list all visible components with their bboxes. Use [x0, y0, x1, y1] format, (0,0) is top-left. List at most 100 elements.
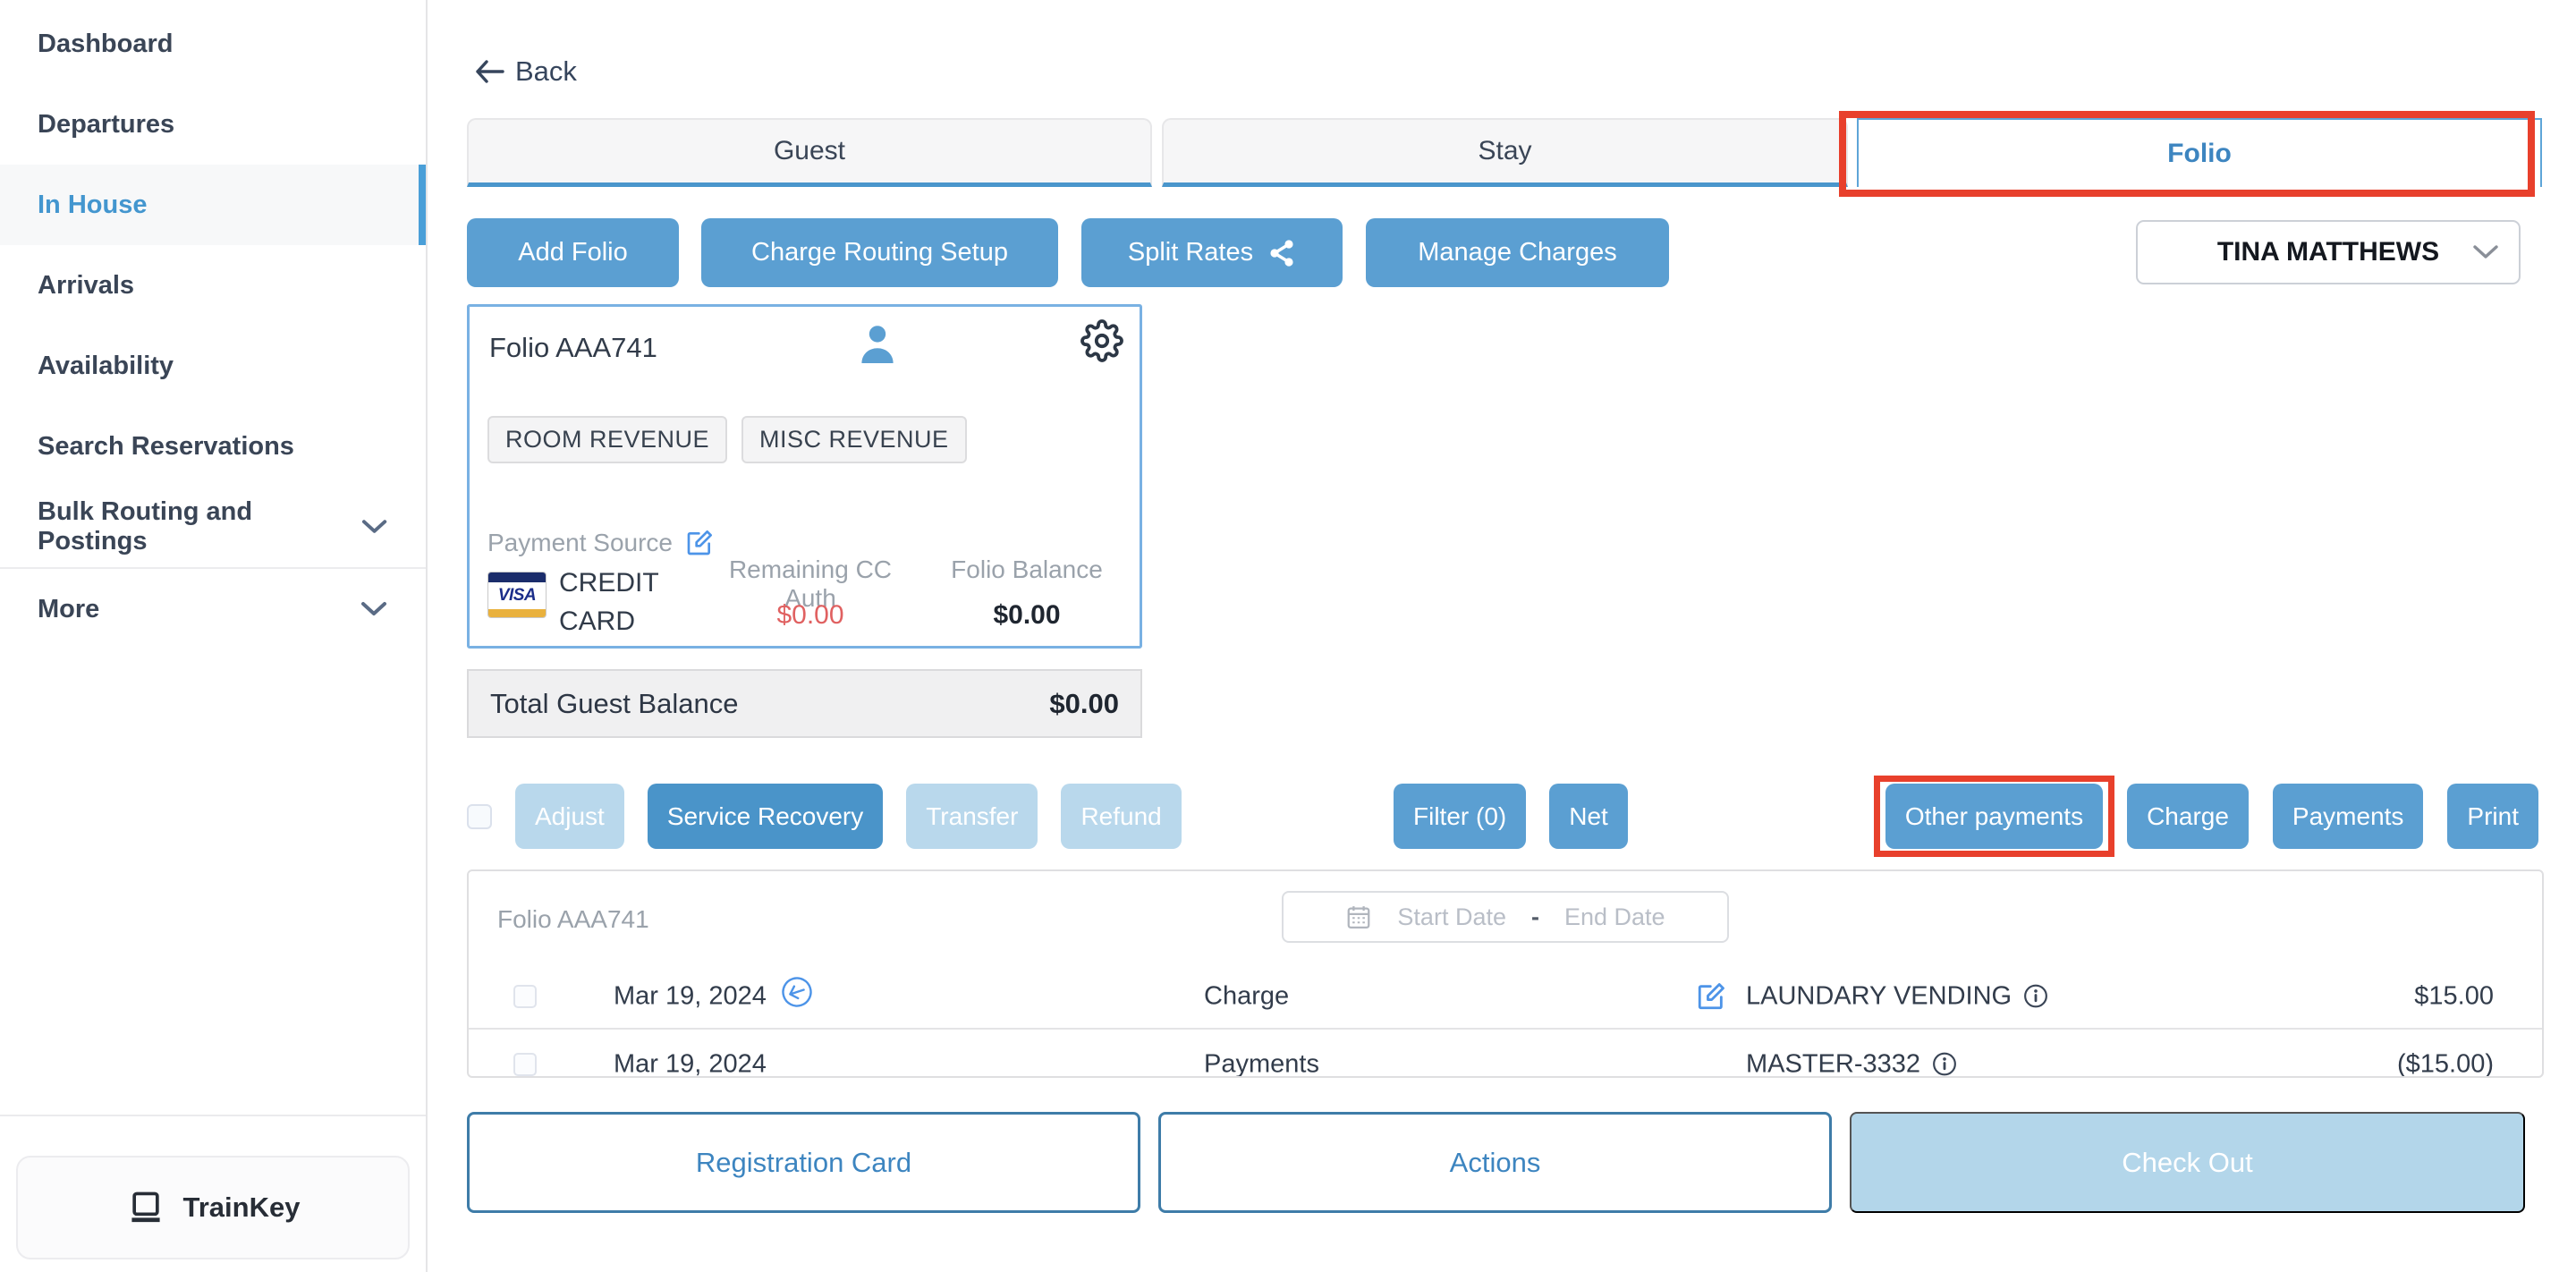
- row-date: Mar 19, 2024: [614, 981, 767, 1011]
- sidebar-item-label: Departures: [38, 110, 174, 140]
- payments-button[interactable]: Payments: [2273, 784, 2424, 849]
- sidebar-item-bulk-routing-and-postings[interactable]: Bulk Routing and Postings: [0, 487, 426, 567]
- other-payments-button[interactable]: Other payments: [1885, 784, 2103, 849]
- ledger-table: Folio AAA741 Start Date - End Date Mar 1…: [467, 869, 2544, 1078]
- annotation-box-other-payments: Other payments: [1885, 784, 2103, 849]
- check-out-button[interactable]: Check Out: [1850, 1112, 2525, 1213]
- tab-stay-label: Stay: [1478, 136, 1531, 166]
- folio-balance-value: $0.00: [951, 600, 1103, 631]
- manage-charges-button[interactable]: Manage Charges: [1366, 218, 1669, 287]
- sidebar: Dashboard Departures In House Arrivals A…: [0, 0, 428, 1272]
- back-label: Back: [515, 55, 577, 88]
- refund-button[interactable]: Refund: [1061, 784, 1181, 849]
- charge-routing-setup-label: Charge Routing Setup: [751, 238, 1008, 267]
- registration-card-label: Registration Card: [696, 1147, 911, 1179]
- guest-person-icon[interactable]: [856, 321, 899, 368]
- sidebar-item-label: Arrivals: [38, 271, 134, 301]
- payment-source-label: Payment Source: [487, 529, 673, 557]
- sidebar-item-availability[interactable]: Availability: [0, 326, 426, 406]
- row-checkbox[interactable]: [513, 1053, 537, 1076]
- row-amount: ($15.00): [2397, 1049, 2494, 1078]
- add-folio-button[interactable]: Add Folio: [467, 218, 679, 287]
- sidebar-item-search-reservations[interactable]: Search Reservations: [0, 406, 426, 487]
- service-recovery-button[interactable]: Service Recovery: [648, 784, 883, 849]
- app-root: Dashboard Departures In House Arrivals A…: [0, 0, 2576, 1272]
- sidebar-item-arrivals[interactable]: Arrivals: [0, 245, 426, 326]
- refund-label: Refund: [1080, 802, 1161, 831]
- split-rates-label: Split Rates: [1128, 238, 1253, 267]
- edit-icon[interactable]: [1696, 981, 1726, 1012]
- adjust-button[interactable]: Adjust: [515, 784, 624, 849]
- add-folio-label: Add Folio: [518, 238, 628, 267]
- transfer-label: Transfer: [926, 802, 1018, 831]
- laptop-icon: [126, 1188, 165, 1227]
- sidebar-item-label: In House: [38, 191, 147, 220]
- sidebar-item-dashboard[interactable]: Dashboard: [0, 4, 426, 84]
- row-date: Mar 19, 2024: [614, 1049, 767, 1078]
- folio-tags: ROOM REVENUE MISC REVENUE: [487, 416, 967, 463]
- actions-button[interactable]: Actions: [1158, 1112, 1832, 1213]
- calendar-icon: [1345, 903, 1372, 930]
- sidebar-item-departures[interactable]: Departures: [0, 84, 426, 165]
- tab-folio-label: Folio: [2167, 139, 2232, 169]
- edit-icon[interactable]: [685, 529, 714, 557]
- check-out-label: Check Out: [2122, 1147, 2252, 1179]
- trainkey-button[interactable]: TrainKey: [16, 1156, 410, 1259]
- ledger-actions-middle: Filter (0) Net: [1394, 784, 1628, 849]
- folio-card-title: Folio AAA741: [489, 332, 657, 364]
- charge-routing-setup-button[interactable]: Charge Routing Setup: [701, 218, 1058, 287]
- date-range-picker[interactable]: Start Date - End Date: [1282, 891, 1729, 943]
- start-date-placeholder: Start Date: [1397, 903, 1506, 931]
- info-icon[interactable]: [2023, 984, 2048, 1009]
- filter-button[interactable]: Filter (0): [1394, 784, 1526, 849]
- print-button[interactable]: Print: [2447, 784, 2538, 849]
- tab-folio[interactable]: Folio: [1857, 118, 2542, 187]
- table-row: Mar 19, 2024 Charge LAUNDARY VENDING $15…: [469, 964, 2542, 1030]
- sidebar-footer: TrainKey: [0, 1115, 426, 1272]
- chevron-down-icon: [2472, 244, 2499, 260]
- select-all-checkbox[interactable]: [467, 804, 492, 829]
- split-rates-button[interactable]: Split Rates: [1081, 218, 1343, 287]
- adjust-label: Adjust: [535, 802, 605, 831]
- sidebar-item-in-house[interactable]: In House: [0, 165, 426, 245]
- transfer-button[interactable]: Transfer: [906, 784, 1038, 849]
- back-circle-icon[interactable]: [780, 975, 814, 1009]
- total-guest-balance-label: Total Guest Balance: [490, 688, 738, 720]
- payments-label: Payments: [2292, 802, 2404, 831]
- visa-label: VISA: [488, 582, 546, 609]
- sidebar-item-label: More: [38, 595, 99, 624]
- filter-label: Filter (0): [1413, 802, 1506, 831]
- tab-guest-label: Guest: [774, 136, 845, 166]
- info-icon[interactable]: [1932, 1052, 1957, 1077]
- guest-selector[interactable]: TINA MATTHEWS: [2136, 220, 2521, 284]
- row-checkbox[interactable]: [513, 985, 537, 1008]
- end-date-placeholder: End Date: [1564, 903, 1665, 931]
- registration-card-button[interactable]: Registration Card: [467, 1112, 1140, 1213]
- sidebar-item-label: Bulk Routing and Postings: [38, 497, 360, 556]
- chevron-down-icon: [360, 518, 388, 536]
- ledger-folio-label: Folio AAA741: [497, 905, 649, 934]
- back-link[interactable]: Back: [474, 55, 577, 88]
- tag-misc-revenue[interactable]: MISC REVENUE: [741, 416, 967, 463]
- tab-guest[interactable]: Guest: [467, 118, 1152, 187]
- tab-stay[interactable]: Stay: [1162, 118, 1848, 187]
- total-guest-balance-value: $0.00: [1049, 688, 1119, 720]
- gear-icon[interactable]: [1080, 319, 1123, 362]
- date-range-separator: -: [1531, 903, 1539, 931]
- charge-label: Charge: [2147, 802, 2229, 831]
- sidebar-item-label: Availability: [38, 352, 174, 381]
- net-button[interactable]: Net: [1549, 784, 1628, 849]
- charge-button[interactable]: Charge: [2127, 784, 2249, 849]
- ledger-actions-right: Other payments Charge Payments Print: [1885, 784, 2538, 849]
- sidebar-item-label: Dashboard: [38, 30, 173, 59]
- guest-selector-value: TINA MATTHEWS: [2217, 237, 2439, 267]
- sidebar-item-more[interactable]: More: [0, 569, 426, 649]
- payment-method: CREDIT CARD: [559, 564, 680, 640]
- net-label: Net: [1569, 802, 1608, 831]
- service-recovery-label: Service Recovery: [667, 802, 863, 831]
- other-payments-label: Other payments: [1905, 802, 2083, 831]
- total-guest-balance: Total Guest Balance $0.00: [467, 669, 1142, 738]
- tag-room-revenue[interactable]: ROOM REVENUE: [487, 416, 727, 463]
- row-description-text: LAUNDARY VENDING: [1746, 981, 2012, 1011]
- manage-charges-label: Manage Charges: [1418, 238, 1616, 267]
